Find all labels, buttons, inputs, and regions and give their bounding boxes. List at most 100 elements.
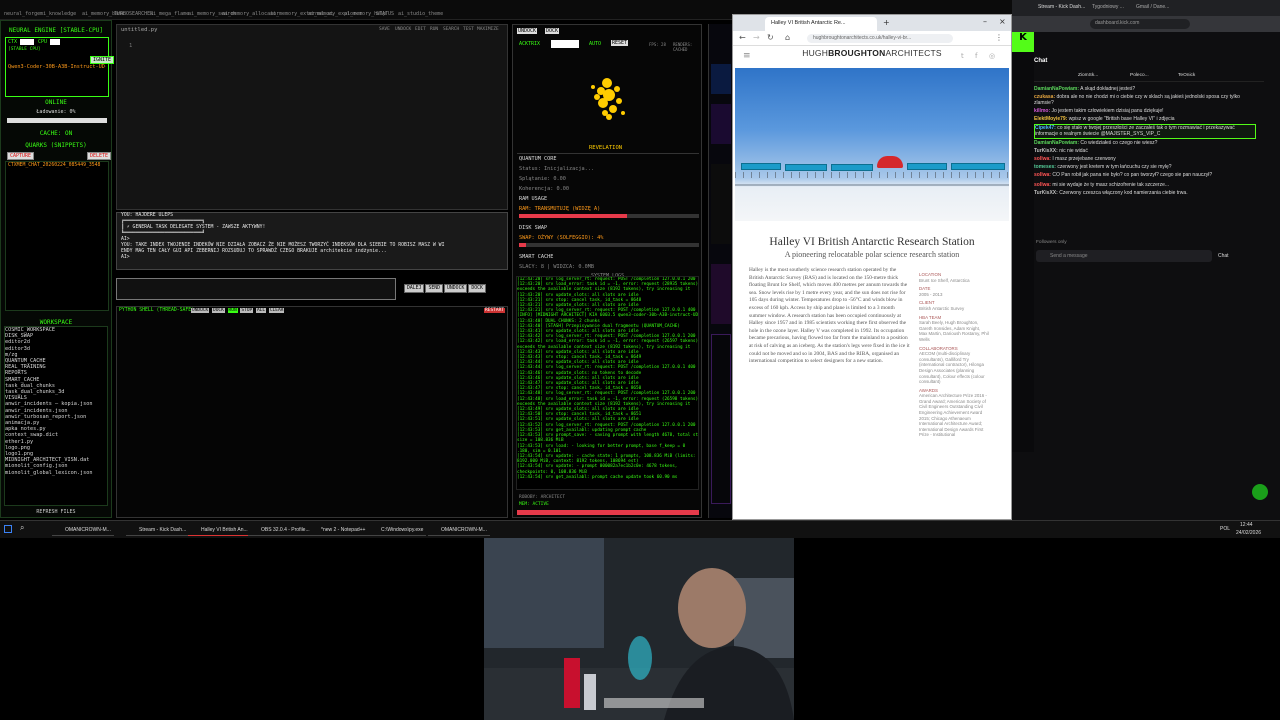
new-tab-icon[interactable]: +	[883, 18, 890, 27]
forward-icon[interactable]: →	[753, 33, 760, 42]
ctx-input[interactable]	[20, 39, 34, 45]
close-icon[interactable]: ×	[999, 17, 1006, 26]
kick-logo[interactable]: K	[1012, 32, 1034, 52]
reset-button[interactable]: RESET	[611, 40, 629, 46]
bookmark[interactable]: ai_studio_theme	[398, 11, 443, 17]
taskbar-item[interactable]: *new 2 - Notepad++	[308, 524, 369, 536]
chat-username[interactable]: czukasa:	[1034, 94, 1055, 100]
chat-username[interactable]: TurKisXX:	[1034, 190, 1058, 196]
search-button[interactable]: SEARCH	[443, 27, 459, 32]
site-logo[interactable]: HUGHBROUGHTONARCHITECTS	[733, 48, 1011, 64]
quantum-dock-button[interactable]: DOCK	[545, 28, 560, 34]
ignite-button[interactable]: IGNITE	[90, 56, 115, 64]
taskbar-item[interactable]: Stream - Kick Dash...	[126, 524, 190, 536]
run-button[interactable]: RUN	[430, 27, 438, 32]
bookmark[interactable]: mi_knowledge	[40, 11, 76, 17]
dashboard-tab[interactable]: Gmail / Dane...	[1136, 4, 1169, 10]
reload-icon[interactable]: ↻	[767, 33, 774, 42]
facebook-icon[interactable]: f	[975, 52, 977, 60]
test-button[interactable]: TEST	[463, 27, 474, 32]
dashboard-address-input[interactable]: dashboard.kick.com	[1090, 19, 1190, 29]
chat-username[interactable]: sollwa:	[1034, 172, 1051, 178]
address-input[interactable]: hughbroughtonarchitects.co.uk/halley-vi-…	[807, 34, 953, 43]
dalej-button[interactable]: DALEJ	[404, 284, 425, 293]
maximize-button[interactable]: MAXIMIZE	[477, 27, 499, 32]
clock-time[interactable]: 12:44	[1240, 522, 1253, 528]
chat-message[interactable]: Cipek47: co się stało w twojej przeszłoś…	[1034, 124, 1256, 139]
clock-date[interactable]: 24/02/2026	[1236, 530, 1261, 536]
python-shell[interactable]: PYTHON SHELL (THREAD-SAFE) UNDOCK DOCK R…	[116, 306, 508, 518]
send-button[interactable]: SEND	[425, 284, 444, 293]
workspace-item[interactable]: anwir_incidents — kopia.json	[5, 401, 107, 407]
refresh-files-button[interactable]: REFRESH FILES	[1, 509, 111, 515]
chat-username[interactable]: tomeses:	[1034, 164, 1056, 170]
keyboard-language[interactable]: POL	[1220, 526, 1230, 532]
dashboard-tab[interactable]: Tygodniowy ...	[1092, 4, 1124, 10]
bookmark[interactable]: neural_forge	[4, 11, 40, 17]
dashboard-tab[interactable]: Stream - Kick Dash...	[1038, 4, 1085, 10]
chat-username[interactable]: killmo:	[1034, 108, 1050, 114]
cpu-input[interactable]	[50, 39, 60, 45]
delete-button[interactable]: DELETE	[87, 152, 112, 160]
undock-button[interactable]: UNDOCK	[395, 27, 411, 32]
taskbar-item[interactable]: OBS 32.0.4 - Profile...	[248, 524, 313, 536]
chat-message-input[interactable]: Send a message	[1036, 250, 1212, 262]
pinned-user[interactable]: Poleco...	[1130, 73, 1149, 78]
chat-message[interactable]: DamianNaPowiam: Co wiedziałeś co czego n…	[1034, 140, 1256, 146]
search-icon[interactable]: ⌕	[20, 523, 24, 533]
chat-username[interactable]: DamianNaPowiam:	[1034, 86, 1079, 92]
pinned-user[interactable]: TeOnick	[1178, 73, 1195, 78]
bookmark[interactable]: TURBOSEARCHER	[114, 11, 153, 17]
acktrix-select[interactable]	[551, 40, 579, 48]
windows-start-icon[interactable]	[4, 525, 12, 533]
chat-message[interactable]: tomeses: czerwony jest kretem w tym łańc…	[1034, 164, 1256, 170]
pyshell-all-button[interactable]: ALL	[255, 308, 267, 313]
chat-message[interactable]: sollwa: I masz przejebane czerwony	[1034, 156, 1256, 162]
bookmark[interactable]: STATUS	[376, 11, 394, 17]
chat-send-button[interactable]: Chat	[1218, 253, 1229, 259]
command-input[interactable]	[116, 278, 396, 300]
dock-button[interactable]: DOCK	[468, 284, 486, 293]
pyshell-clear-button[interactable]: CLEAR	[268, 308, 285, 313]
chat-message[interactable]: ElektMoyie79: wpisz w google "British ba…	[1034, 116, 1256, 122]
editor-tab[interactable]: untitled.py	[121, 27, 157, 33]
instagram-icon[interactable]: ◎	[989, 52, 995, 60]
chat-username[interactable]: ElektMoyie79:	[1034, 116, 1067, 122]
chat-message[interactable]: sollwa: CO Pan robił jak pana nie było? …	[1034, 172, 1256, 178]
taskbar-item[interactable]: OMANICROWN-M...	[52, 524, 114, 536]
acktrix-label[interactable]: ACKTRIX	[519, 41, 540, 47]
capture-button[interactable]: CAPTURE	[7, 152, 35, 160]
edit-button[interactable]: EDIT	[415, 27, 426, 32]
fab-icon[interactable]	[1252, 484, 1268, 500]
quantum-undock-button[interactable]: UNDOCK	[517, 28, 538, 34]
chat-message[interactable]: czukasa: dobra ale no nie chodzi mi o ci…	[1034, 94, 1256, 107]
taskbar-item[interactable]: C:\Windows\py.exe	[368, 524, 427, 536]
save-button[interactable]: SAVE	[379, 27, 390, 32]
auto-label[interactable]: AUTO	[589, 41, 601, 47]
chat-username[interactable]: sollwa:	[1034, 182, 1051, 188]
pyshell-stop-button[interactable]: STOP	[240, 308, 254, 313]
snippet-item[interactable]: CTXMEM_CHAT_20260224_085449_3548	[6, 162, 108, 169]
pyshell-dock-button[interactable]: DOCK	[211, 308, 225, 313]
pyshell-run-button[interactable]: RUN	[227, 308, 238, 313]
chat-username[interactable]: DamianNaPowiam:	[1034, 140, 1079, 146]
chat-username[interactable]: TurKisXX:	[1034, 148, 1058, 154]
chat-message[interactable]: TurKisXX: nic nie widać	[1034, 148, 1256, 154]
undock-button[interactable]: UNDOCK	[444, 284, 468, 293]
minimize-icon[interactable]: –	[983, 17, 987, 26]
twitter-icon[interactable]: t	[961, 52, 964, 60]
chat-message[interactable]: killmo: Jo jestem takim człowiekiem dzis…	[1034, 108, 1256, 114]
menu-icon[interactable]: ⋮	[995, 33, 1003, 42]
chat-message[interactable]: DamianNaPowiam: A skąd dokładnej jesteś?	[1034, 86, 1256, 92]
taskbar-item[interactable]: OMANICROWN-M...	[428, 524, 490, 536]
code-editor[interactable]: untitled.py SAVE UNDOCK EDIT RUN SEARCH …	[116, 24, 508, 210]
pinned-user[interactable]: ZiomSk...	[1078, 73, 1098, 78]
chat-message[interactable]: TurKisXX: Czerwony czeszca włączony kod …	[1034, 190, 1256, 196]
pyshell-undock-button[interactable]: UNDOCK	[191, 308, 210, 313]
back-icon[interactable]: ←	[739, 33, 746, 42]
chat-username[interactable]: Cipek47:	[1035, 125, 1056, 131]
chat-username[interactable]: sollwa:	[1034, 156, 1051, 162]
home-icon[interactable]: ⌂	[785, 33, 790, 42]
browser-tab[interactable]: Halley VI British Antarctic Re...	[765, 17, 877, 31]
taskbar-item[interactable]: Halley VI British An...	[188, 524, 251, 536]
